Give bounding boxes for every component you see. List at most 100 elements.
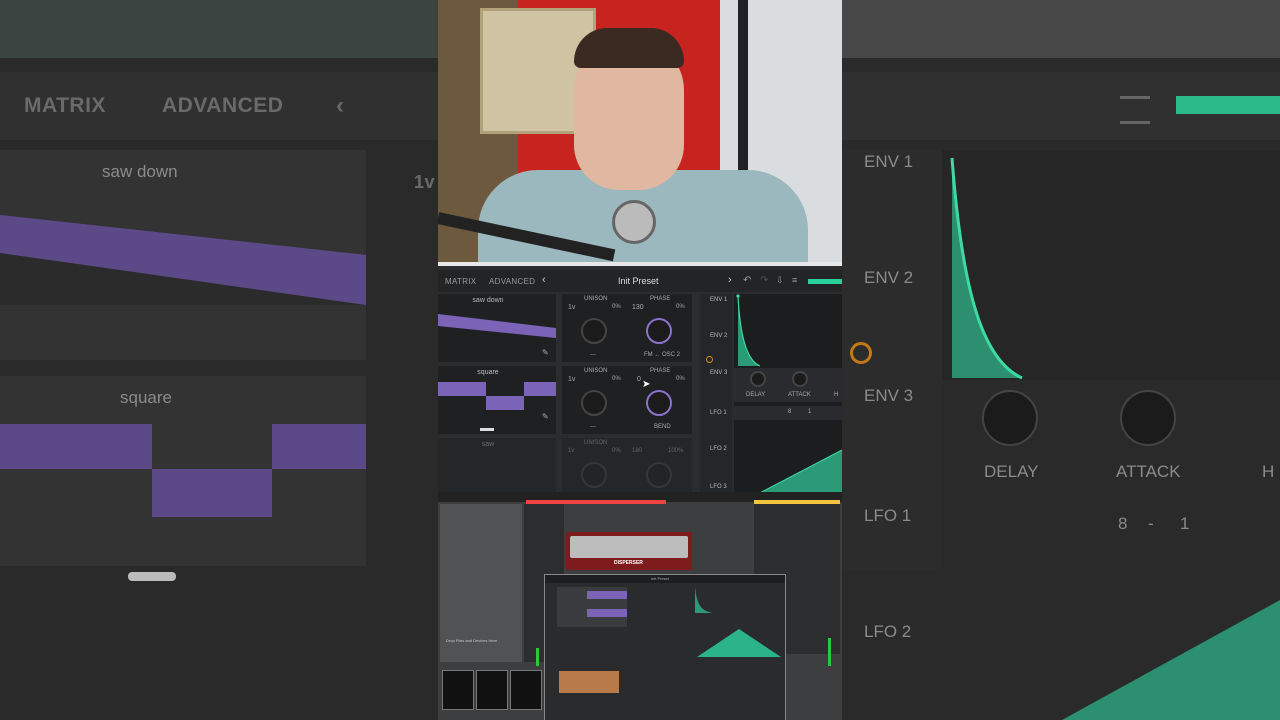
lfo1-label[interactable]: LFO 1: [710, 410, 727, 416]
webcam-person-hair: [574, 28, 684, 68]
preset-next-chevron-icon[interactable]: ›: [728, 274, 732, 286]
synth-plugin-window: MATRIX ADVANCED ‹ Init Preset › ↶ ↷ ⇩ ≡ …: [438, 262, 842, 496]
osc2-phase-pct[interactable]: 0%: [676, 376, 685, 382]
osc3-phase-value[interactable]: 180: [632, 448, 642, 454]
osc2-level-knob[interactable]: [581, 390, 607, 416]
osc3-unison-pct[interactable]: 0%: [612, 448, 621, 454]
daw-drop-hint: Drop Files and Devices Here: [446, 638, 498, 643]
lfo3-label[interactable]: LFO 3: [710, 484, 727, 490]
osc1-phase-value[interactable]: 130: [632, 304, 644, 311]
osc2-wave-name[interactable]: square: [438, 369, 538, 376]
osc3-wave-display[interactable]: saw: [438, 438, 556, 496]
osc3-level-knob[interactable]: [581, 462, 607, 488]
bg-env2-label: ENV 2: [864, 268, 914, 287]
lfo-rate-b[interactable]: 1: [808, 409, 811, 415]
save-icon[interactable]: ⇩: [776, 275, 784, 286]
background-right-top: [842, 0, 1280, 58]
tab-matrix[interactable]: MATRIX: [445, 277, 476, 286]
env1-label[interactable]: ENV 1: [710, 297, 727, 303]
lfo2-label[interactable]: LFO 2: [710, 446, 727, 452]
osc2-left-select[interactable]: ---: [590, 424, 596, 430]
env3-label[interactable]: ENV 3: [710, 370, 727, 376]
background-top-strip: [0, 0, 438, 58]
osc2-scroll-handle[interactable]: [480, 428, 494, 431]
osc1-phase-label: PHASE: [650, 296, 671, 302]
env-knob-row: DELAY ATTACK H: [734, 368, 842, 402]
osc2-unison-pct[interactable]: 0%: [612, 376, 621, 382]
osc1-edit-pencil-icon[interactable]: ✎: [542, 348, 549, 357]
osc3-wave-name[interactable]: saw: [438, 441, 538, 448]
mini-osc1-wave: [587, 591, 627, 599]
daw-meter-right: [828, 638, 831, 666]
bg-wave-label-square: square: [120, 388, 172, 407]
osc3-controls: UNISON 1v 0% 180 100%: [562, 438, 692, 496]
env-attack-knob[interactable]: [792, 371, 808, 387]
bg-lfo-rate-sep: -: [1148, 514, 1154, 533]
daw-screen-capture: DISPERSER Init Preset Drop Files and Dev…: [438, 492, 842, 720]
bg-env3-label: ENV 3: [864, 386, 914, 405]
master-volume-meter[interactable]: [808, 279, 842, 284]
device-slot-1[interactable]: [442, 670, 474, 710]
bg-lfo1-label: LFO 1: [864, 506, 912, 525]
env-power-icon[interactable]: [706, 356, 713, 363]
menu-icon[interactable]: ≡: [792, 275, 798, 285]
bg-lfo-rate-b: 1: [1180, 514, 1190, 533]
bg-square-low: [152, 469, 272, 517]
osc2-controls: UNISON 1v 0% PHASE 0 0% ➤ --- BEND: [562, 366, 692, 434]
osc1-fm-select[interactable]: FM ← OSC 2: [644, 352, 680, 358]
osc1-pan-knob[interactable]: [646, 318, 672, 344]
preset-prev-chevron-icon[interactable]: ‹: [542, 274, 546, 286]
osc2-pan-knob[interactable]: [646, 390, 672, 416]
webcam-microphone: [612, 200, 656, 244]
osc3-phase-pct[interactable]: 100%: [668, 448, 683, 454]
lfo-rate-a[interactable]: 8: [788, 409, 791, 415]
bg-delay-knob: [982, 390, 1038, 446]
mini-filter-curve: [559, 671, 619, 693]
osc1-unison-label: UNISON: [584, 296, 608, 302]
mini-env-curves: [695, 587, 781, 657]
osc2-wave-display[interactable]: square ✎: [438, 366, 556, 434]
osc3-pan-knob[interactable]: [646, 462, 672, 488]
mini-synth-window[interactable]: Init Preset: [544, 574, 786, 720]
bg-env1-label: ENV 1: [864, 152, 914, 171]
bg-tab-matrix: MATRIX: [24, 94, 106, 117]
osc1-phase-pct[interactable]: 0%: [676, 304, 685, 310]
osc1-wave-name[interactable]: saw down: [438, 297, 538, 304]
osc1-wave-display[interactable]: saw down ✎: [438, 294, 556, 362]
preset-name[interactable]: Init Preset: [618, 276, 659, 286]
osc2-voices[interactable]: 1v: [568, 376, 575, 383]
mini-preset-name: Init Preset: [651, 576, 670, 581]
bg-menu-icon: [1120, 96, 1150, 124]
mini-synth-header: Init Preset: [545, 575, 785, 583]
bg-envelope-curve: [942, 150, 1280, 380]
osc1-saw-shape: [438, 314, 556, 338]
bg-volume-meter: [1176, 96, 1280, 114]
disperser-title: DISPERSER: [614, 560, 643, 566]
osc1-unison-pct[interactable]: 0%: [612, 304, 621, 310]
disperser-plugin[interactable]: DISPERSER: [566, 532, 692, 570]
device-slot-2[interactable]: [476, 670, 508, 710]
env1-curve: [736, 294, 761, 367]
redo-icon[interactable]: ↷: [760, 275, 769, 286]
osc2-edit-pencil-icon[interactable]: ✎: [542, 412, 549, 421]
bg-square-high-1: [0, 424, 152, 469]
osc2-bend-select[interactable]: BEND: [654, 424, 671, 430]
osc2-square-shape: [438, 382, 556, 410]
osc2-unison-label: UNISON: [584, 368, 608, 374]
env-delay-knob[interactable]: [750, 371, 766, 387]
lfo1-toolbar: 8 1: [734, 406, 842, 420]
device-slot-3[interactable]: [510, 670, 542, 710]
lfo1-shape[interactable]: [734, 422, 842, 496]
osc1-controls: UNISON 1v 0% PHASE 130 0% --- FM ← OSC 2: [562, 294, 692, 362]
osc3-voices[interactable]: 1v: [568, 448, 574, 454]
osc1-level-knob[interactable]: [581, 318, 607, 344]
osc2-phase-value[interactable]: 0: [637, 376, 641, 383]
osc1-voices[interactable]: 1v: [568, 304, 575, 311]
bg-attack-knob: [1120, 390, 1176, 446]
bg-square-high-2: [272, 424, 366, 469]
undo-icon[interactable]: ↶: [743, 275, 752, 286]
synth-header: MATRIX ADVANCED ‹ Init Preset › ↶ ↷ ⇩ ≡: [438, 270, 842, 292]
tab-advanced[interactable]: ADVANCED: [489, 277, 535, 286]
osc1-left-select[interactable]: ---: [590, 352, 596, 358]
env2-label[interactable]: ENV 2: [710, 333, 727, 339]
